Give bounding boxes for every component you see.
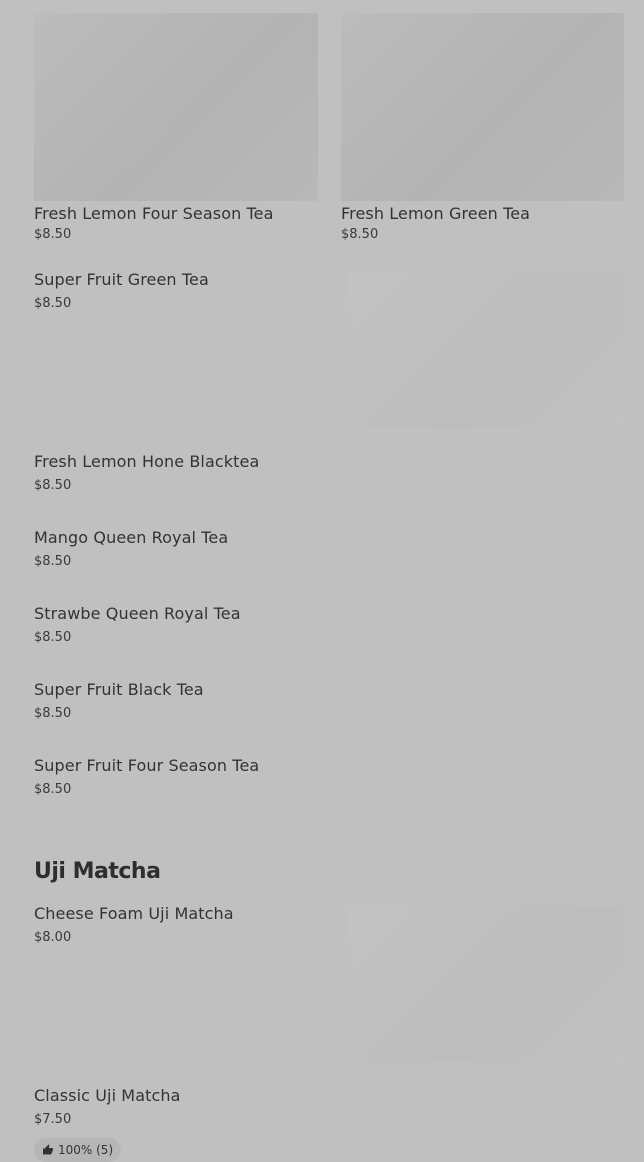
menu-item-row[interactable]: Super Fruit Green Tea $8.50 — [34, 270, 624, 430]
item-name: Fresh Lemon Hone Blacktea — [34, 452, 260, 471]
item-image — [341, 13, 624, 201]
item-image — [347, 906, 624, 1062]
menu-item-card[interactable]: Fresh Lemon Four Season Tea $8.50 — [34, 13, 318, 244]
item-price: $8.50 — [34, 554, 72, 569]
item-image — [34, 13, 318, 201]
item-name: Fresh Lemon Green Tea — [341, 204, 531, 223]
thumbs-up-icon — [43, 1144, 53, 1155]
item-price: $7.50 — [34, 1112, 72, 1127]
menu-page: Fresh Lemon Four Season Tea $8.50 Fresh … — [0, 0, 644, 1162]
item-name: Mango Queen Royal Tea — [34, 528, 229, 547]
menu-item-row[interactable]: Super Fruit Black Tea $8.50 — [34, 680, 624, 723]
item-name: Super Fruit Four Season Tea — [34, 756, 260, 775]
item-image — [347, 272, 624, 428]
item-price: $8.50 — [34, 782, 72, 797]
item-name: Strawbe Queen Royal Tea — [34, 604, 241, 623]
item-name: Fresh Lemon Four Season Tea — [34, 204, 274, 223]
menu-item-card[interactable]: Fresh Lemon Green Tea $8.50 — [341, 13, 624, 244]
item-price: $8.50 — [34, 630, 72, 645]
item-name: Classic Uji Matcha — [34, 1086, 181, 1105]
item-price: $8.50 — [34, 227, 72, 242]
rating-badge: 100% (5) — [34, 1138, 122, 1162]
menu-item-row[interactable]: Strawbe Queen Royal Tea $8.50 — [34, 604, 624, 647]
item-name: Super Fruit Black Tea — [34, 680, 204, 699]
item-price: $8.50 — [341, 227, 379, 242]
menu-item-row[interactable]: Super Fruit Four Season Tea $8.50 — [34, 756, 624, 799]
item-price: $8.50 — [34, 706, 72, 721]
menu-item-row[interactable]: Fresh Lemon Hone Blacktea $8.50 — [34, 452, 624, 495]
item-price: $8.50 — [34, 478, 72, 493]
menu-item-row[interactable]: Cheese Foam Uji Matcha $8.00 — [34, 904, 624, 1064]
rating-text: 100% (5) — [58, 1143, 114, 1157]
section-title: Uji Matcha — [34, 859, 161, 884]
menu-item-row[interactable]: Mango Queen Royal Tea $8.50 — [34, 528, 624, 571]
menu-item-row[interactable]: Classic Uji Matcha $7.50 — [34, 1086, 624, 1129]
